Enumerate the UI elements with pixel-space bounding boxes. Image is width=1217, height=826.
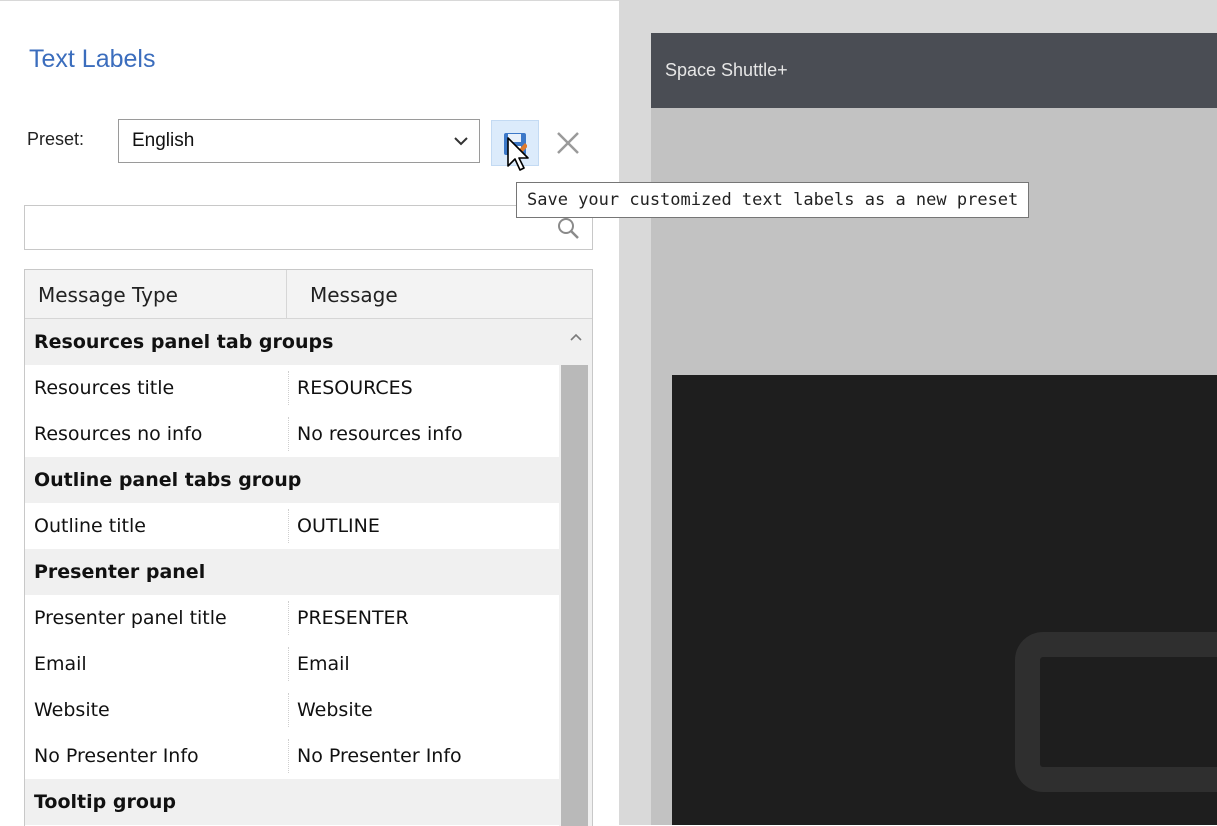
message-type-cell: Outline title [34, 515, 146, 537]
scrollbar-thumb[interactable] [561, 365, 588, 826]
preview-area: Space Shuttle+ [619, 0, 1217, 825]
panel-title: Text Labels [29, 45, 156, 73]
save-preset-tooltip: Save your customized text labels as a ne… [516, 182, 1030, 218]
player-titlebar: Space Shuttle+ [651, 33, 1217, 108]
player-preview: Space Shuttle+ [651, 33, 1217, 825]
delete-preset-button[interactable] [552, 125, 584, 159]
message-cell[interactable]: Website [297, 687, 373, 733]
scroll-up-arrow-icon[interactable] [568, 331, 584, 343]
preset-label: Preset: [27, 129, 85, 149]
table-row[interactable]: Outline title OUTLINE [25, 503, 559, 549]
message-cell[interactable]: Email [297, 641, 350, 687]
table-row[interactable]: Website Website [25, 687, 559, 733]
preset-selected-value: English [132, 130, 195, 151]
table-header: Message Type Message [25, 270, 592, 319]
message-type-cell: Website [34, 699, 110, 721]
table-group-row[interactable]: Outline panel tabs group [25, 457, 559, 503]
stage-frame-graphic [1015, 632, 1217, 792]
message-cell[interactable]: RESOURCES [297, 365, 413, 411]
table-body: Resources panel tab groups Resources titl… [25, 319, 559, 825]
message-type-cell: Resources title [34, 377, 175, 399]
message-cell[interactable]: PRESENTER [297, 595, 409, 641]
table-group-row[interactable]: Presenter panel [25, 549, 559, 595]
group-label: Presenter panel [34, 561, 206, 583]
table-row[interactable]: Email Email [25, 641, 559, 687]
table-row[interactable]: No Presenter Info No Presenter Info [25, 733, 559, 779]
cell-divider [288, 739, 289, 773]
search-icon [558, 218, 579, 239]
message-type-cell: Email [34, 653, 87, 675]
text-labels-panel: Text Labels Preset: English Message Type [0, 0, 619, 826]
message-cell[interactable]: No resources info [297, 411, 463, 457]
message-cell[interactable]: OUTLINE [297, 503, 380, 549]
mouse-cursor-icon [507, 137, 529, 171]
text-labels-table: Message Type Message Resources panel tab… [24, 269, 593, 826]
column-header-message[interactable]: Message [310, 270, 398, 318]
column-header-message-type[interactable]: Message Type [38, 270, 178, 318]
column-divider[interactable] [286, 270, 287, 318]
message-type-cell: Resources no info [34, 423, 203, 445]
search-input[interactable] [24, 205, 593, 250]
table-row[interactable]: Resources no info No resources info [25, 411, 559, 457]
message-type-cell: Presenter panel title [34, 607, 227, 629]
group-label: Tooltip group [34, 791, 177, 813]
table-group-row[interactable]: Tooltip group [25, 779, 559, 825]
cell-divider [288, 417, 289, 451]
table-group-row[interactable]: Resources panel tab groups [25, 319, 559, 365]
player-stage [672, 375, 1217, 825]
cell-divider [288, 647, 289, 681]
preset-dropdown[interactable]: English [118, 119, 480, 163]
chevron-down-icon [454, 137, 468, 146]
cell-divider [288, 601, 289, 635]
message-cell[interactable]: No Presenter Info [297, 733, 462, 779]
cell-divider [288, 371, 289, 405]
cell-divider [288, 509, 289, 543]
player-title: Space Shuttle+ [665, 60, 788, 80]
table-row[interactable]: Resources title RESOURCES [25, 365, 559, 411]
close-icon [557, 132, 579, 154]
table-row[interactable]: Presenter panel title PRESENTER [25, 595, 559, 641]
cell-divider [288, 693, 289, 727]
group-label: Resources panel tab groups [34, 331, 334, 353]
vertical-scrollbar[interactable] [559, 319, 592, 826]
message-type-cell: No Presenter Info [34, 745, 199, 767]
group-label: Outline panel tabs group [34, 469, 302, 491]
